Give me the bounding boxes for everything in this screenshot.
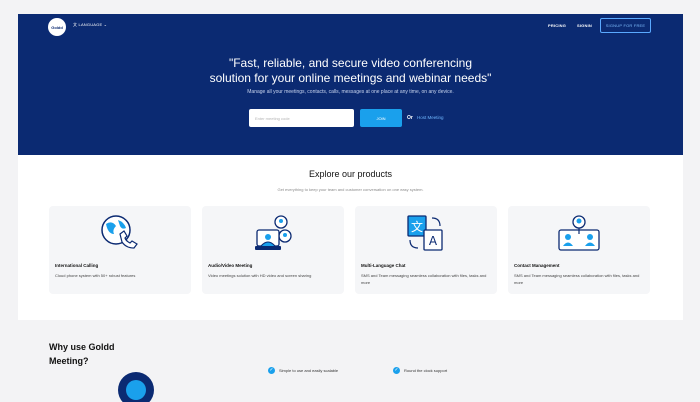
chevron-down-icon: ⌄	[103, 22, 108, 27]
logo-text: Goldd	[51, 24, 63, 30]
card-title: International Calling	[55, 263, 99, 268]
hero-headline: "Fast, reliable, and secure video confer…	[18, 56, 683, 86]
card-title: Multi-Language Chat	[361, 263, 406, 268]
app-logo[interactable]: Goldd	[48, 18, 66, 36]
why-section-title: Why use Goldd Meeting?	[49, 340, 115, 368]
why-title-line-2: Meeting?	[49, 356, 89, 366]
product-card-multi-language-chat[interactable]: 文 A Multi-Language Chat SMS and Team mes…	[355, 206, 497, 294]
signup-button[interactable]: SIGNUP FOR FREE	[600, 18, 651, 33]
products-subtitle: Get everything to keep your team and cus…	[277, 187, 424, 192]
card-description: SMS and Team messaging seamless collabor…	[514, 273, 640, 285]
svg-text:文: 文	[411, 219, 423, 234]
card-description: Cloud phone system with 50+ robust featu…	[55, 273, 136, 278]
card-title: Audio/Video Meeting	[208, 263, 253, 268]
product-card-contact-management[interactable]: Contact Management SMS and Team messagin…	[508, 206, 650, 294]
products-section: Explore our products Get everything to k…	[18, 155, 683, 320]
hero-section: Goldd 文 LANGUAGE ⌄ PRICING SIGNIN SIGNUP…	[18, 14, 683, 155]
why-logo-graphic	[118, 372, 154, 402]
translate-icon: 文	[73, 22, 78, 27]
hero-headline-line-2: solution for your online meetings and we…	[209, 71, 492, 85]
card-description: Video meetings solution with HD video an…	[208, 273, 312, 278]
feature-item: ✓ Round the clock support	[393, 367, 447, 374]
or-label: Or	[407, 115, 413, 121]
feature-label: Simple to use and easily scalable	[279, 368, 339, 373]
translate-icon: 文 A	[407, 215, 443, 251]
video-meeting-icon	[255, 215, 292, 250]
host-meeting-link[interactable]: Host Meeting	[417, 115, 444, 120]
feature-item: ✓ Simple to use and easily scalable	[268, 367, 338, 374]
card-description: SMS and Team messaging seamless collabor…	[361, 273, 487, 285]
product-card-audio-video-meeting[interactable]: Audio/Video Meeting Video meetings solut…	[202, 206, 344, 294]
product-card-international-calling[interactable]: International Calling Cloud phone system…	[49, 206, 191, 294]
svg-text:A: A	[429, 234, 438, 248]
nav-signin[interactable]: SIGNIN	[577, 23, 592, 28]
join-button[interactable]: JOIN	[360, 109, 402, 127]
why-title-line-1: Why use Goldd	[49, 342, 115, 352]
feature-label: Round the clock support	[404, 368, 448, 373]
hero-headline-line-1: "Fast, reliable, and secure video confer…	[228, 56, 473, 70]
globe-phone-icon	[101, 215, 138, 249]
why-logo-inner	[126, 380, 146, 400]
checkmark-icon: ✓	[268, 367, 275, 374]
language-label: LANGUAGE	[78, 22, 103, 27]
meeting-code-input[interactable]	[249, 109, 354, 127]
products-title: Explore our products	[308, 169, 393, 179]
contacts-icon	[558, 215, 600, 251]
checkmark-icon: ✓	[393, 367, 400, 374]
nav-pricing[interactable]: PRICING	[548, 23, 566, 28]
hero-subtext: Manage all your meetings, contacts, call…	[247, 89, 454, 95]
language-selector[interactable]: 文 LANGUAGE ⌄	[73, 22, 107, 28]
card-title: Contact Management	[514, 263, 560, 268]
